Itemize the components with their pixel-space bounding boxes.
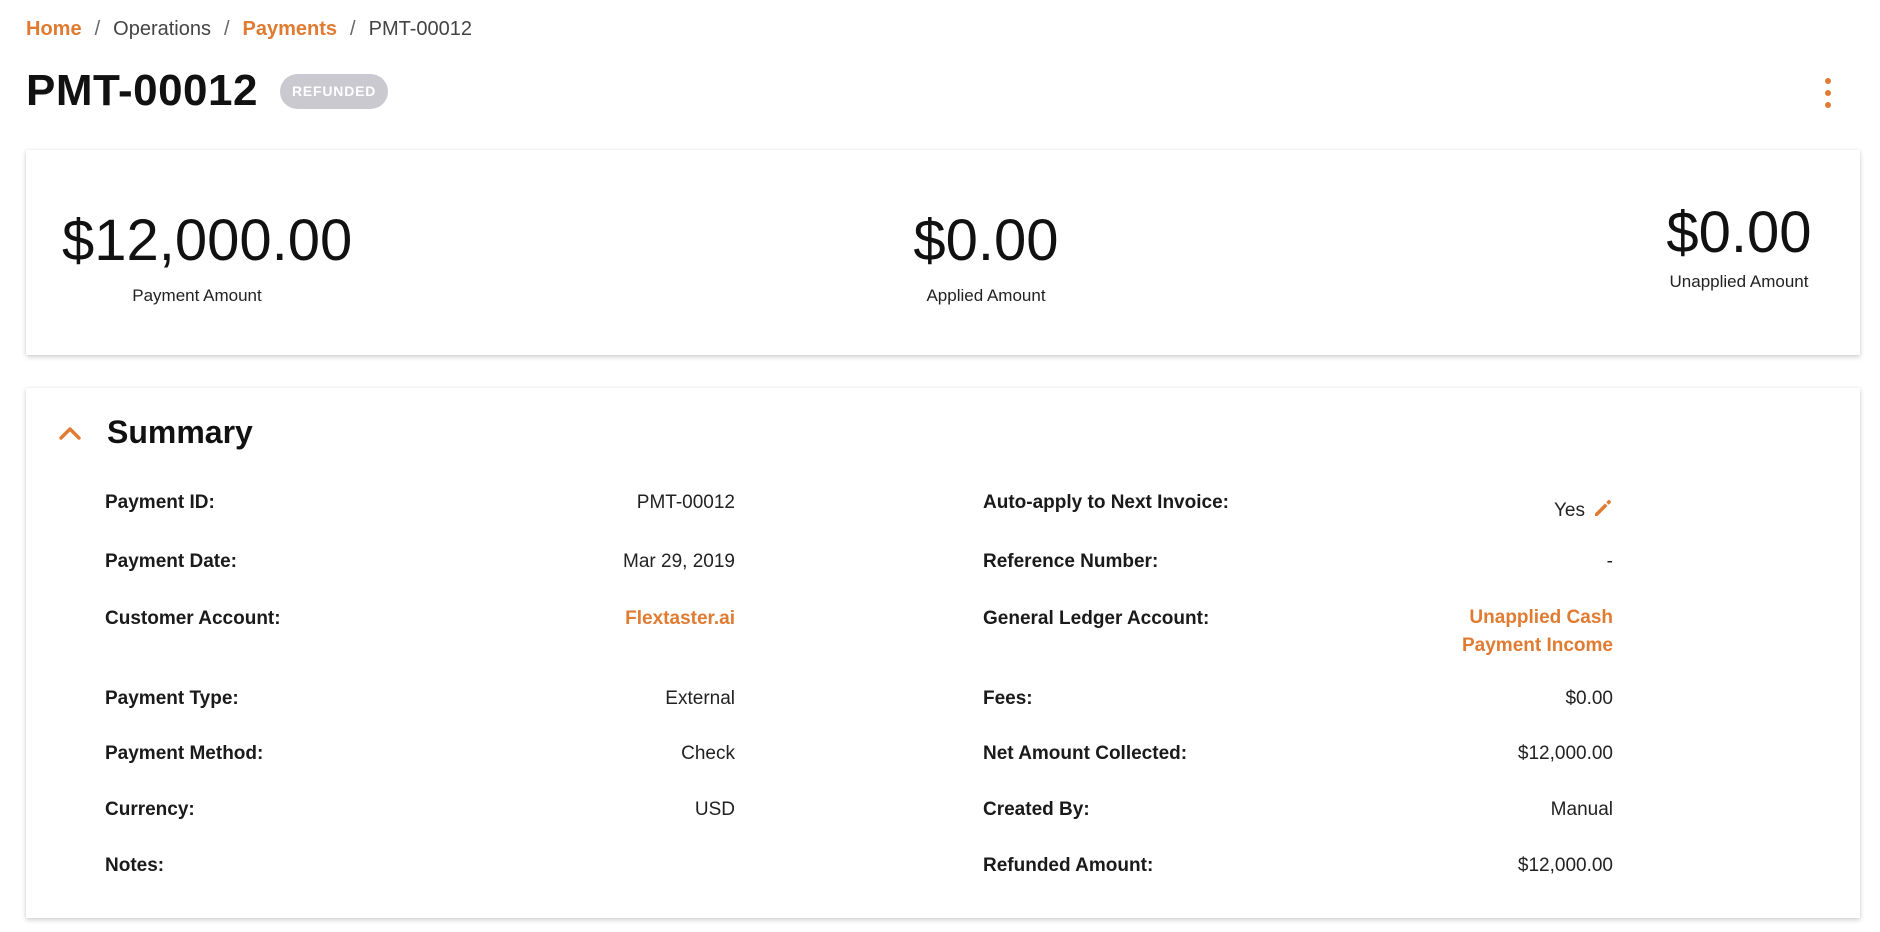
- kebab-menu-icon[interactable]: [1818, 78, 1838, 108]
- created-by-value: Manual: [1550, 799, 1613, 820]
- status-badge: REFUNDED: [279, 73, 389, 109]
- fees-value: $0.00: [1565, 688, 1613, 709]
- gl-account-link[interactable]: Unapplied Cash Payment Income: [1443, 604, 1613, 660]
- breadcrumb-separator: /: [94, 18, 101, 40]
- net-amount-value: $12,000.00: [1517, 743, 1613, 764]
- field-label: Payment Method:: [105, 743, 264, 764]
- field-label: Customer Account:: [105, 608, 281, 629]
- title-row: PMT-00012 REFUNDED: [26, 66, 389, 116]
- applied-amount-value: $0.00: [913, 208, 1059, 273]
- page-title: PMT-00012: [26, 66, 258, 115]
- summary-title: Summary: [107, 414, 253, 450]
- field-label: Payment ID:: [105, 492, 215, 513]
- amounts-card: $12,000.00 Payment Amount $0.00 Applied …: [26, 150, 1860, 355]
- reference-number-value: -: [1606, 551, 1613, 572]
- field-label: Payment Date:: [105, 551, 237, 572]
- breadcrumb-separator: /: [350, 18, 356, 40]
- chevron-up-icon[interactable]: [56, 419, 84, 447]
- payment-type-value: External: [665, 688, 735, 709]
- unapplied-amount: $0.00 Unapplied Amount: [1639, 200, 1839, 292]
- breadcrumb-home-link[interactable]: Home: [26, 18, 82, 41]
- field-label: Auto-apply to Next Invoice:: [983, 492, 1229, 513]
- refunded-amount-value: $12,000.00: [1517, 855, 1613, 876]
- payment-amount: $12,000.00 Payment Amount: [62, 208, 353, 306]
- breadcrumb: Home / Operations / Payments / PMT-00012: [26, 18, 472, 41]
- field-label: Payment Type:: [105, 688, 239, 709]
- field-label: Refunded Amount:: [983, 855, 1154, 876]
- field-label: Net Amount Collected:: [983, 743, 1188, 764]
- unapplied-amount-value: $0.00: [1666, 200, 1812, 265]
- field-label: Notes:: [105, 855, 165, 876]
- applied-amount-label: Applied Amount: [926, 286, 1046, 305]
- payment-method-value: Check: [681, 743, 735, 764]
- auto-apply-text: Yes: [1554, 500, 1585, 521]
- field-label: Created By:: [983, 799, 1090, 820]
- payment-date-value: Mar 29, 2019: [623, 551, 735, 572]
- auto-apply-value: Yes: [1554, 498, 1613, 522]
- breadcrumb-current: PMT-00012: [368, 18, 472, 40]
- field-label: General Ledger Account:: [983, 608, 1210, 629]
- unapplied-amount-label: Unapplied Amount: [1669, 272, 1809, 291]
- summary-toggle[interactable]: Summary: [56, 414, 253, 451]
- summary-card: Summary Payment ID: PMT-00012 Payment Da…: [26, 388, 1860, 918]
- payment-amount-value: $12,000.00: [62, 208, 353, 273]
- breadcrumb-payments-link[interactable]: Payments: [243, 18, 338, 41]
- applied-amount: $0.00 Applied Amount: [886, 208, 1086, 306]
- field-label: Reference Number:: [983, 551, 1159, 572]
- pencil-icon[interactable]: [1593, 498, 1613, 518]
- currency-value: USD: [694, 799, 735, 820]
- field-label: Fees:: [983, 688, 1033, 709]
- breadcrumb-operations: Operations: [113, 18, 211, 40]
- payment-id-value: PMT-00012: [636, 492, 735, 513]
- payment-amount-label: Payment Amount: [132, 286, 262, 305]
- breadcrumb-separator: /: [223, 18, 230, 40]
- field-label: Currency:: [105, 799, 195, 820]
- customer-account-link[interactable]: Flextaster.ai: [625, 608, 735, 630]
